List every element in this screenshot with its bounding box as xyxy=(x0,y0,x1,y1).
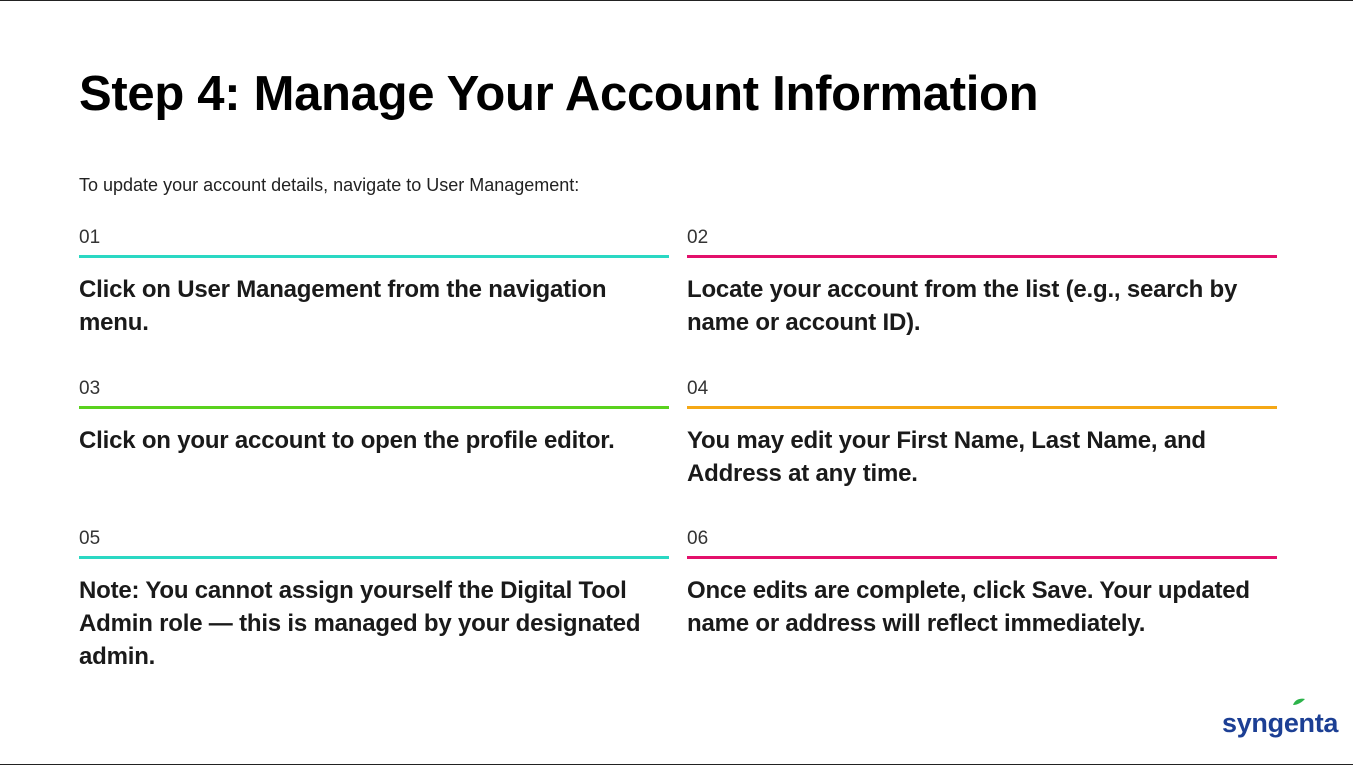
step-01: 01 Click on User Management from the nav… xyxy=(79,227,669,339)
step-02: 02 Locate your account from the list (e.… xyxy=(687,227,1277,339)
step-04: 04 You may edit your First Name, Last Na… xyxy=(687,378,1277,490)
step-divider xyxy=(79,556,669,559)
step-text: Once edits are complete, click Save. You… xyxy=(687,577,1250,637)
syngenta-logo: syngenta xyxy=(1222,698,1339,739)
step-number: 04 xyxy=(687,378,709,399)
step-number: 03 xyxy=(79,378,101,399)
step-divider xyxy=(79,406,669,409)
logo-wordmark: syngenta xyxy=(1222,708,1339,738)
step-text: Click on your account to open the profil… xyxy=(79,427,615,454)
step-03: 03 Click on your account to open the pro… xyxy=(79,378,669,457)
step-text: Click on User Management from the naviga… xyxy=(79,276,607,336)
step-number: 06 xyxy=(687,528,709,549)
step-number: 05 xyxy=(79,528,101,549)
step-05: 05 Note: You cannot assign yourself the … xyxy=(79,528,669,673)
intro-text: To update your account details, navigate… xyxy=(79,175,580,195)
step-divider xyxy=(687,255,1277,258)
step-number: 02 xyxy=(687,227,709,248)
step-06: 06 Once edits are complete, click Save. … xyxy=(687,528,1277,640)
step-divider xyxy=(79,255,669,258)
leaf-icon xyxy=(1293,698,1305,705)
step-text: You may edit your First Name, Last Name,… xyxy=(687,427,1206,487)
step-divider xyxy=(687,406,1277,409)
step-divider xyxy=(687,556,1277,559)
page-title: Step 4: Manage Your Account Information xyxy=(79,67,1039,121)
step-text: Note: You cannot assign yourself the Dig… xyxy=(79,577,641,670)
step-number: 01 xyxy=(79,227,101,248)
step-text: Locate your account from the list (e.g.,… xyxy=(687,276,1238,336)
